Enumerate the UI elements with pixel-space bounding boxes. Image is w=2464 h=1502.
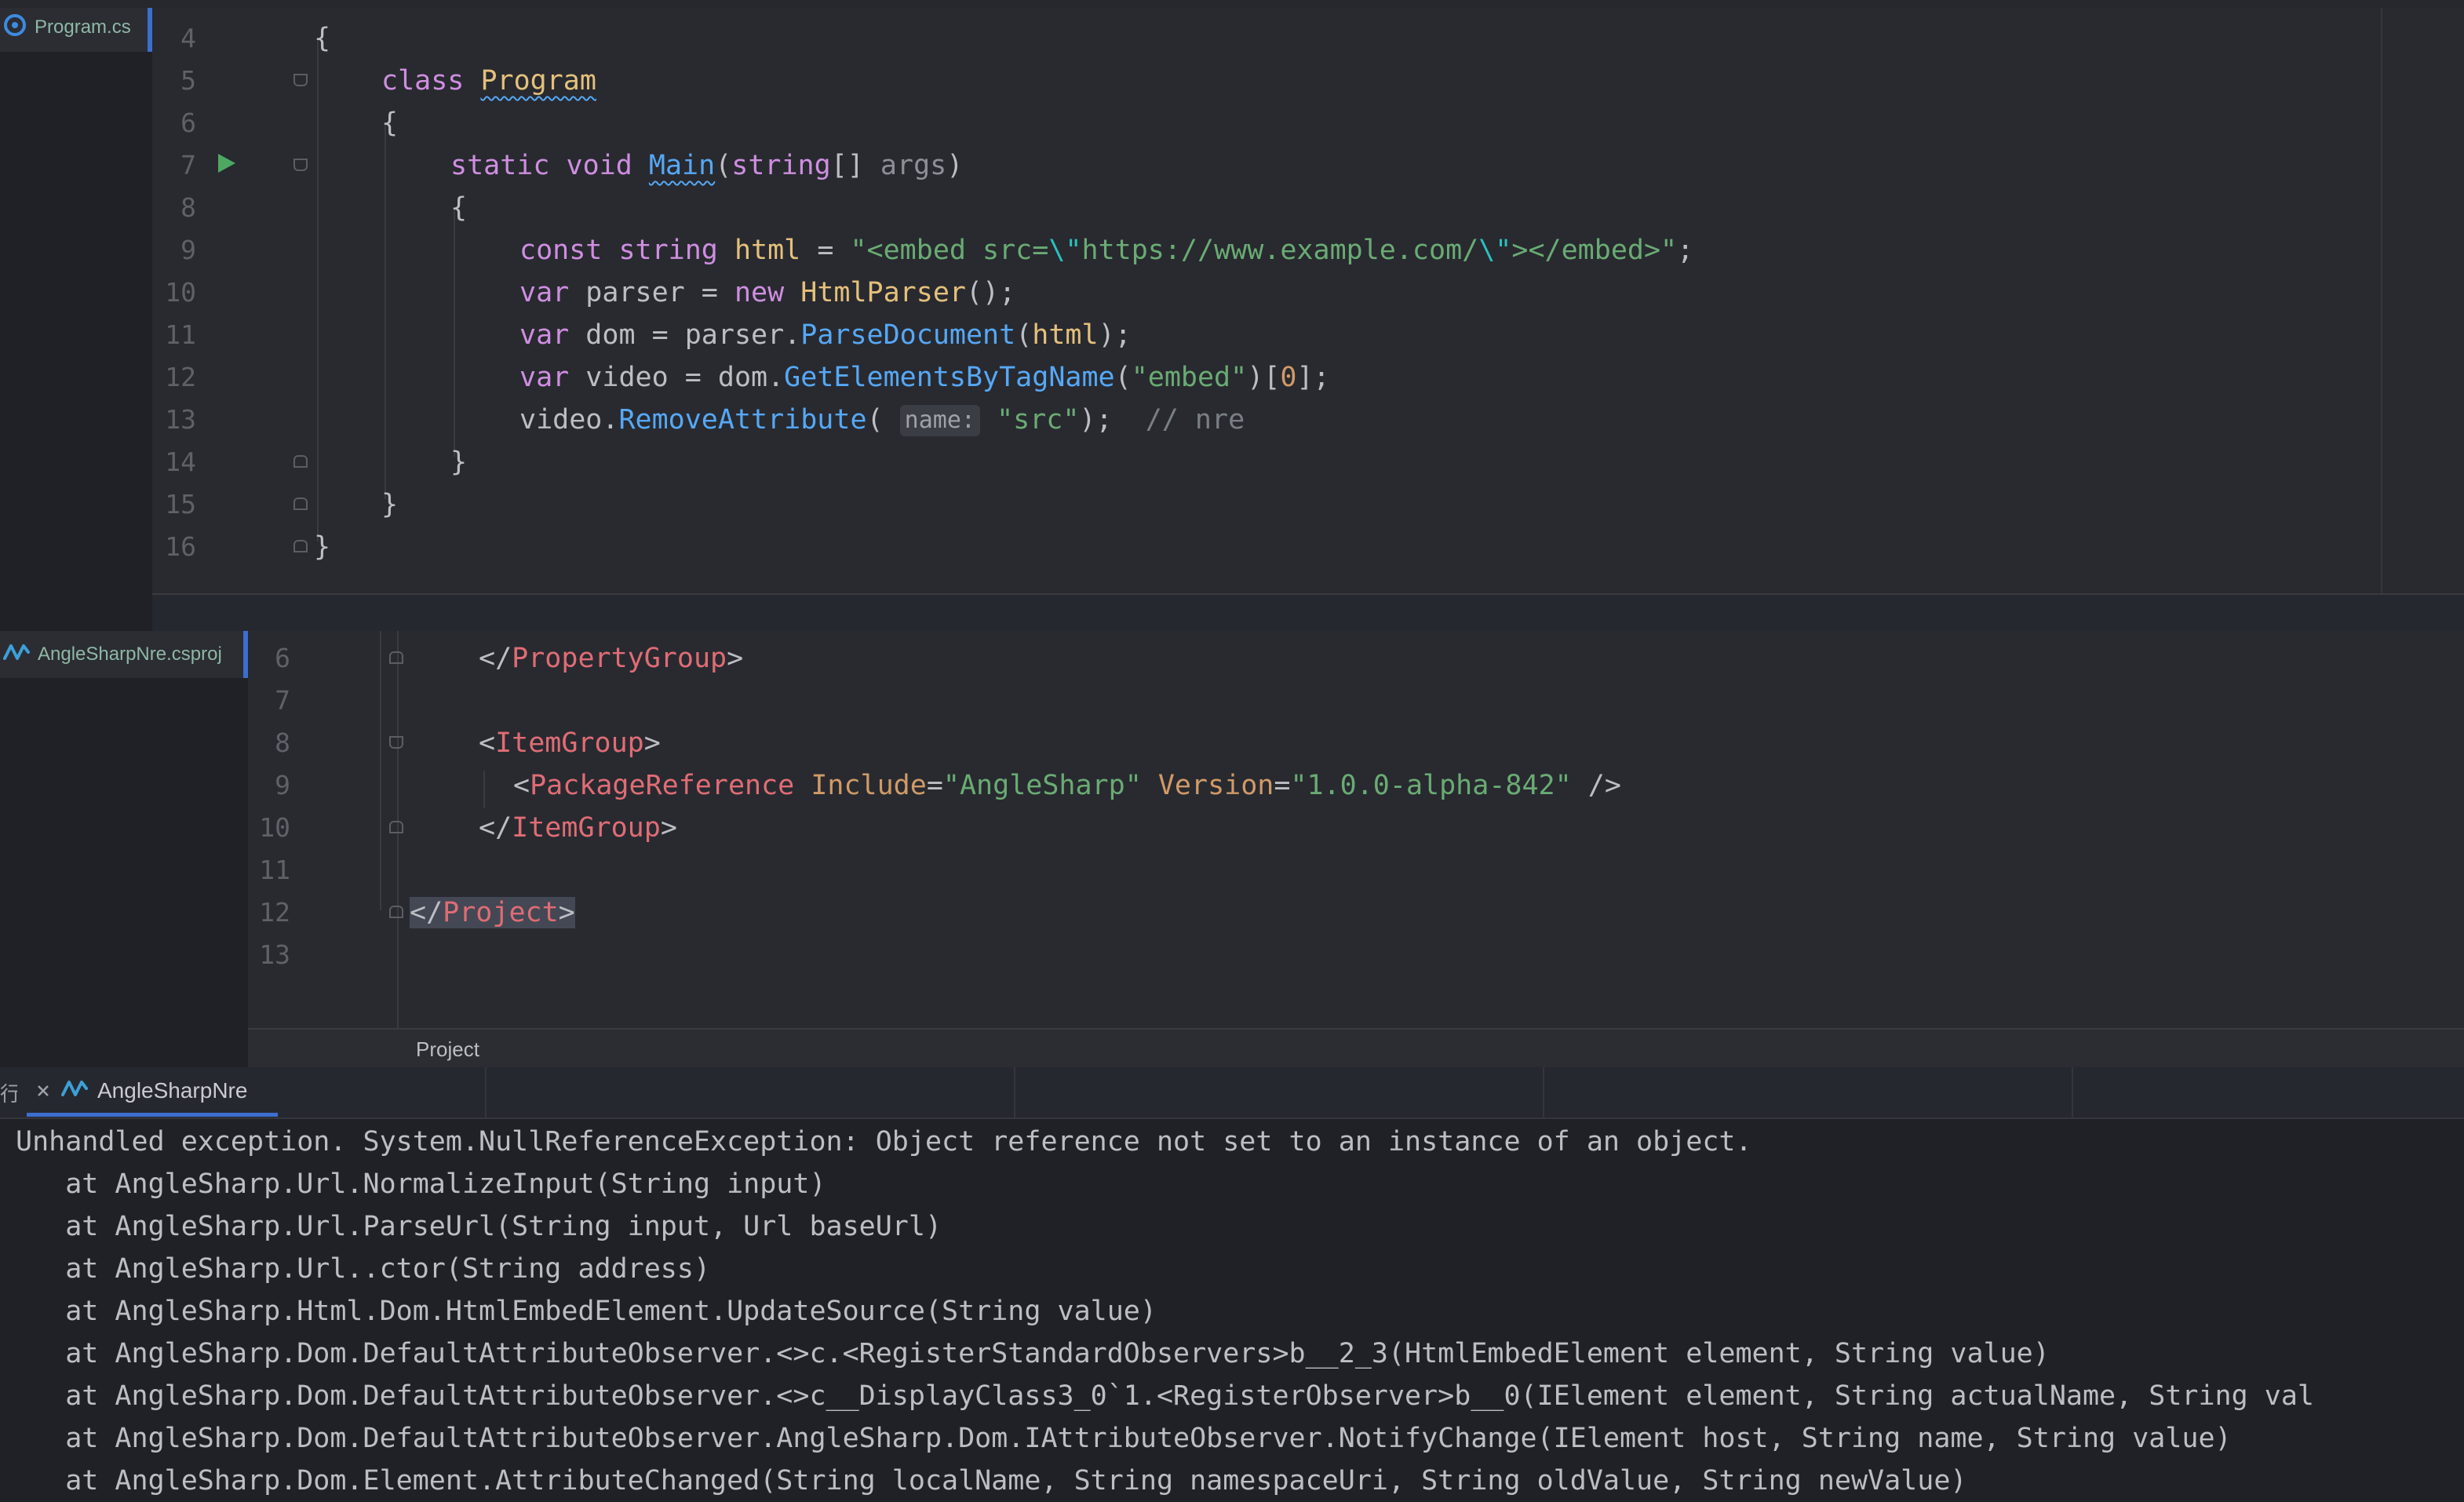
- console-line: at AngleSharp.Dom.DefaultAttributeObserv…: [16, 1338, 2050, 1369]
- editor-right-margin: [2382, 0, 2464, 593]
- code-line-7: static void Main(string[] args): [450, 150, 964, 181]
- tab-label: Program.cs: [35, 16, 131, 38]
- code-line-11: var dom = parser.ParseDocument(html);: [519, 319, 1132, 351]
- csproj-editor[interactable]: AngleSharpNre.csproj 6 7 8 9 10 11 12 13…: [0, 631, 2464, 1069]
- code-line-8: {: [450, 192, 468, 224]
- code-line-9: const string html = "<embed src=\"https:…: [519, 235, 1694, 266]
- tab-label: AngleSharpNre.csproj: [38, 643, 222, 665]
- csharp-file-icon: [3, 13, 27, 42]
- parameter-hint: name:: [899, 405, 980, 436]
- xml-line-12: </Project>: [410, 897, 575, 928]
- line-number: 12: [259, 897, 290, 928]
- line-number: 13: [259, 939, 290, 970]
- line-number: 11: [259, 855, 290, 885]
- fold-marker-icon[interactable]: [293, 540, 308, 552]
- fold-marker-icon[interactable]: [293, 455, 308, 468]
- run-config-icon: [61, 1078, 88, 1103]
- console-output[interactable]: Unhandled exception. System.NullReferenc…: [0, 1119, 2464, 1497]
- code-line-5: class Program: [381, 65, 596, 97]
- fold-marker-icon[interactable]: [389, 821, 403, 833]
- mid-tab-strip: AngleSharpNre.csproj: [0, 631, 248, 1067]
- line-number: 7: [275, 685, 290, 716]
- line-number: 4: [180, 23, 196, 53]
- line-number: 14: [165, 447, 196, 477]
- line-number: 12: [165, 362, 196, 392]
- line-number: 9: [275, 770, 290, 800]
- line-number: 11: [165, 319, 196, 350]
- console-line: at AngleSharp.Dom.DefaultAttributeObserv…: [16, 1423, 2232, 1454]
- breadcrumb[interactable]: Project: [248, 1028, 2464, 1069]
- horizontal-scrollbar[interactable]: [152, 593, 2464, 633]
- console-line: at AngleSharp.Html.Dom.HtmlEmbedElement.…: [16, 1296, 1157, 1327]
- line-number: 13: [165, 404, 196, 435]
- run-panel: 行: AngleSharpNre Unhandled exception. Sy…: [0, 1067, 2464, 1497]
- run-label: 行:: [0, 1082, 17, 1106]
- top-tab-strip: Program.cs: [0, 0, 152, 593]
- fold-marker-icon[interactable]: [293, 74, 308, 86]
- code-line-10: var parser = new HtmlParser();: [519, 277, 1016, 308]
- console-line: at AngleSharp.Dom.DefaultAttributeObserv…: [16, 1380, 2314, 1412]
- tab-program-cs[interactable]: Program.cs: [0, 3, 152, 52]
- run-tab-bar: 行: AngleSharpNre: [0, 1067, 2464, 1119]
- code-line-12: var video = dom.GetElementsByTagName("em…: [519, 362, 1330, 393]
- breadcrumb-item[interactable]: Project: [416, 1037, 479, 1062]
- xml-line-9: <PackageReference Include="AngleSharp" V…: [513, 770, 1621, 801]
- run-tab-anglesharpnre[interactable]: AngleSharpNre: [27, 1067, 247, 1114]
- line-number: 5: [180, 65, 196, 96]
- xml-line-8: <ItemGroup>: [479, 727, 661, 759]
- run-tab-label: AngleSharpNre: [97, 1078, 248, 1103]
- line-number: 8: [275, 727, 290, 758]
- xml-line-10: </ItemGroup>: [479, 812, 677, 844]
- code-line-4: {: [314, 23, 331, 54]
- code-line-6: {: [381, 108, 399, 139]
- line-number: 7: [180, 150, 196, 180]
- program-cs-editor[interactable]: Program.cs 4 5 6 7 8 9 10 11 12 13 14 15…: [0, 0, 2464, 593]
- fold-marker-icon[interactable]: [293, 498, 308, 510]
- line-number: 6: [275, 643, 290, 673]
- fold-marker-icon[interactable]: [293, 159, 308, 171]
- close-icon[interactable]: [36, 1078, 50, 1103]
- fold-marker-icon[interactable]: [389, 906, 403, 918]
- run-main-icon[interactable]: [217, 152, 237, 178]
- tab-anglesharpnre-csproj[interactable]: AngleSharpNre.csproj: [0, 631, 248, 678]
- project-file-icon: [3, 643, 30, 667]
- line-number: 9: [180, 235, 196, 265]
- xml-line-6: </PropertyGroup>: [479, 643, 744, 674]
- fold-marker-icon[interactable]: [389, 736, 403, 749]
- console-line: at AngleSharp.Url.ParseUrl(String input,…: [16, 1211, 942, 1242]
- line-number: 10: [165, 277, 196, 308]
- code-line-16: }: [314, 531, 331, 563]
- console-line: Unhandled exception. System.NullReferenc…: [16, 1126, 1752, 1157]
- fold-marker-icon[interactable]: [389, 651, 403, 664]
- line-number: 8: [180, 192, 196, 223]
- line-number: 15: [165, 489, 196, 520]
- console-line: at AngleSharp.Dom.Element.AttributeChang…: [16, 1465, 1967, 1497]
- console-line: at AngleSharp.Url..ctor(String address): [16, 1253, 711, 1285]
- console-line: at AngleSharp.Url.NormalizeInput(String …: [16, 1168, 826, 1200]
- code-line-15: }: [381, 489, 399, 520]
- line-number: 6: [180, 108, 196, 138]
- code-line-13: video.RemoveAttribute( name: "src"); // …: [519, 404, 1245, 436]
- code-line-14: }: [450, 447, 468, 478]
- line-number: 10: [259, 812, 290, 843]
- line-number: 16: [165, 531, 196, 562]
